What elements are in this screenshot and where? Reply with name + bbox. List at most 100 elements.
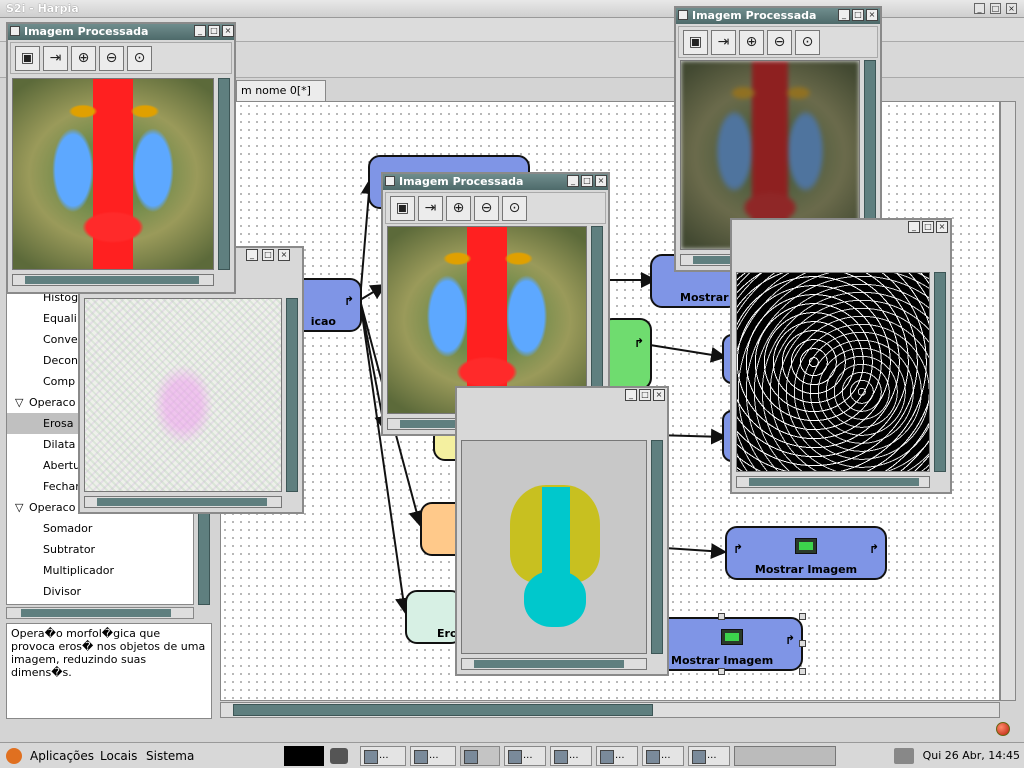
window-menu-icon[interactable] [10,26,20,36]
zoom-in-icon[interactable]: ⊕ [446,196,471,221]
window-vscrollbar[interactable] [218,78,230,270]
taskbar-button[interactable]: ... [410,746,456,766]
diagram-block-mostrar-3[interactable]: ↱ Mostrar Imagem [655,617,803,671]
minimize-button[interactable]: _ [194,25,206,37]
menu-places[interactable]: Locais [100,749,137,763]
window-titlebar[interactable]: Imagem Processada _ □ × [383,174,608,190]
output-port-icon[interactable]: ↱ [344,294,354,308]
tree-group[interactable]: ▽ Operaco [15,396,75,409]
clock[interactable]: Qui 26 Abr, 14:45 [923,749,1020,762]
workspace-switcher[interactable] [734,746,836,766]
close-button[interactable]: × [222,25,234,37]
expander-icon[interactable]: ▽ [15,396,29,409]
window-hscrollbar[interactable] [84,496,282,508]
tree-item-erosao[interactable]: Erosa [43,417,73,430]
selection-handle[interactable] [799,668,806,675]
diagram-block-mostrar-2[interactable]: ↱ ↱ Mostrar Imagem [725,526,887,580]
taskbar-button-active[interactable] [460,746,500,766]
camera-icon[interactable] [330,748,348,764]
output-port-icon[interactable]: ↱ [634,336,644,350]
minimize-button[interactable]: _ [974,3,985,14]
maximize-button[interactable]: □ [208,25,220,37]
canvas-hscrollbar[interactable] [220,702,1000,718]
tree-item[interactable]: Equali [43,312,77,325]
output-port-icon[interactable]: ↱ [785,633,795,647]
tree-hscrollbar[interactable] [6,607,194,619]
image-window-1[interactable]: Imagem Processada _ □ × ▣ ⇥ ⊕ ⊖ ⊙ [6,22,236,294]
output-port-icon[interactable]: ↱ [869,542,879,556]
expander-icon[interactable]: ▽ [15,501,29,514]
scroll-thumb[interactable] [233,704,653,716]
minimize-button[interactable]: _ [838,9,850,21]
zoom-in-icon[interactable]: ⊕ [71,46,96,71]
zoom-out-icon[interactable]: ⊖ [767,30,792,55]
tree-item[interactable]: Conve [43,333,78,346]
scroll-thumb[interactable] [21,609,171,617]
selection-handle[interactable] [799,613,806,620]
tree-item[interactable]: Subtrator [43,543,95,556]
tree-item[interactable]: Somador [43,522,92,535]
taskbar-button[interactable]: ... [642,746,684,766]
image-window-edges[interactable]: _ □ × [730,218,952,494]
export-icon[interactable]: ⇥ [711,30,736,55]
taskbar-button[interactable]: ... [360,746,406,766]
tree-group[interactable]: ▽ Operaco [15,501,75,514]
export-icon[interactable]: ⇥ [418,196,443,221]
window-menu-icon[interactable] [678,10,688,20]
tree-item[interactable]: Comp [43,375,75,388]
zoom-out-icon[interactable]: ⊖ [99,46,124,71]
taskbar-button[interactable]: ... [688,746,730,766]
taskbar-button[interactable]: ... [550,746,592,766]
maximize-button[interactable]: □ [639,389,651,401]
window-titlebar[interactable]: _ □ × [732,220,950,238]
system-monitor-icon[interactable] [284,746,324,766]
window-vscrollbar[interactable] [286,298,298,492]
zoom-fit-icon[interactable]: ⊙ [795,30,820,55]
maximize-button[interactable]: □ [262,249,274,261]
zoom-out-icon[interactable]: ⊖ [474,196,499,221]
minimize-button[interactable]: _ [246,249,258,261]
tree-item[interactable]: Multiplicador [43,564,114,577]
maximize-button[interactable]: □ [581,175,593,187]
tree-item[interactable]: Dilata [43,438,75,451]
menu-applications[interactable]: Aplicações [30,749,94,763]
selection-handle[interactable] [718,668,725,675]
tree-item[interactable]: Divisor [43,585,81,598]
tree-item[interactable]: Abertu [43,459,80,472]
zoom-in-icon[interactable]: ⊕ [739,30,764,55]
window-titlebar[interactable]: _ □ × [457,388,667,406]
window-vscrollbar[interactable] [934,272,946,472]
close-button[interactable]: × [866,9,878,21]
export-icon[interactable]: ⇥ [43,46,68,71]
close-button[interactable]: × [1006,3,1017,14]
canvas-vscrollbar[interactable] [1000,101,1016,701]
menu-system[interactable]: Sistema [146,749,194,763]
taskbar-button[interactable]: ... [596,746,638,766]
zoom-fit-icon[interactable]: ⊙ [502,196,527,221]
zoom-fit-icon[interactable]: ⊙ [127,46,152,71]
taskbar-button[interactable]: ... [504,746,546,766]
close-button[interactable]: × [595,175,607,187]
image-window-segment[interactable]: _ □ × [455,386,669,676]
window-hscrollbar[interactable] [736,476,930,488]
save-icon[interactable]: ▣ [15,46,40,71]
close-button[interactable]: × [936,221,948,233]
minimize-button[interactable]: _ [625,389,637,401]
tab-diagram[interactable]: m nome 0[*] [236,80,326,101]
maximize-button[interactable]: □ [922,221,934,233]
window-hscrollbar[interactable] [12,274,214,286]
close-button[interactable]: × [278,249,290,261]
window-titlebar[interactable]: Imagem Processada _ □ × [676,8,880,24]
minimize-button[interactable]: _ [567,175,579,187]
tree-item[interactable]: Fechar [43,480,80,493]
save-icon[interactable]: ▣ [683,30,708,55]
window-menu-icon[interactable] [385,176,395,186]
window-hscrollbar[interactable] [461,658,647,670]
save-icon[interactable]: ▣ [390,196,415,221]
close-button[interactable]: × [653,389,665,401]
window-vscrollbar[interactable] [651,440,663,654]
window-titlebar[interactable]: Imagem Processada _ □ × [8,24,234,40]
maximize-button[interactable]: □ [852,9,864,21]
selection-handle[interactable] [718,613,725,620]
input-port-icon[interactable]: ↱ [733,542,743,556]
